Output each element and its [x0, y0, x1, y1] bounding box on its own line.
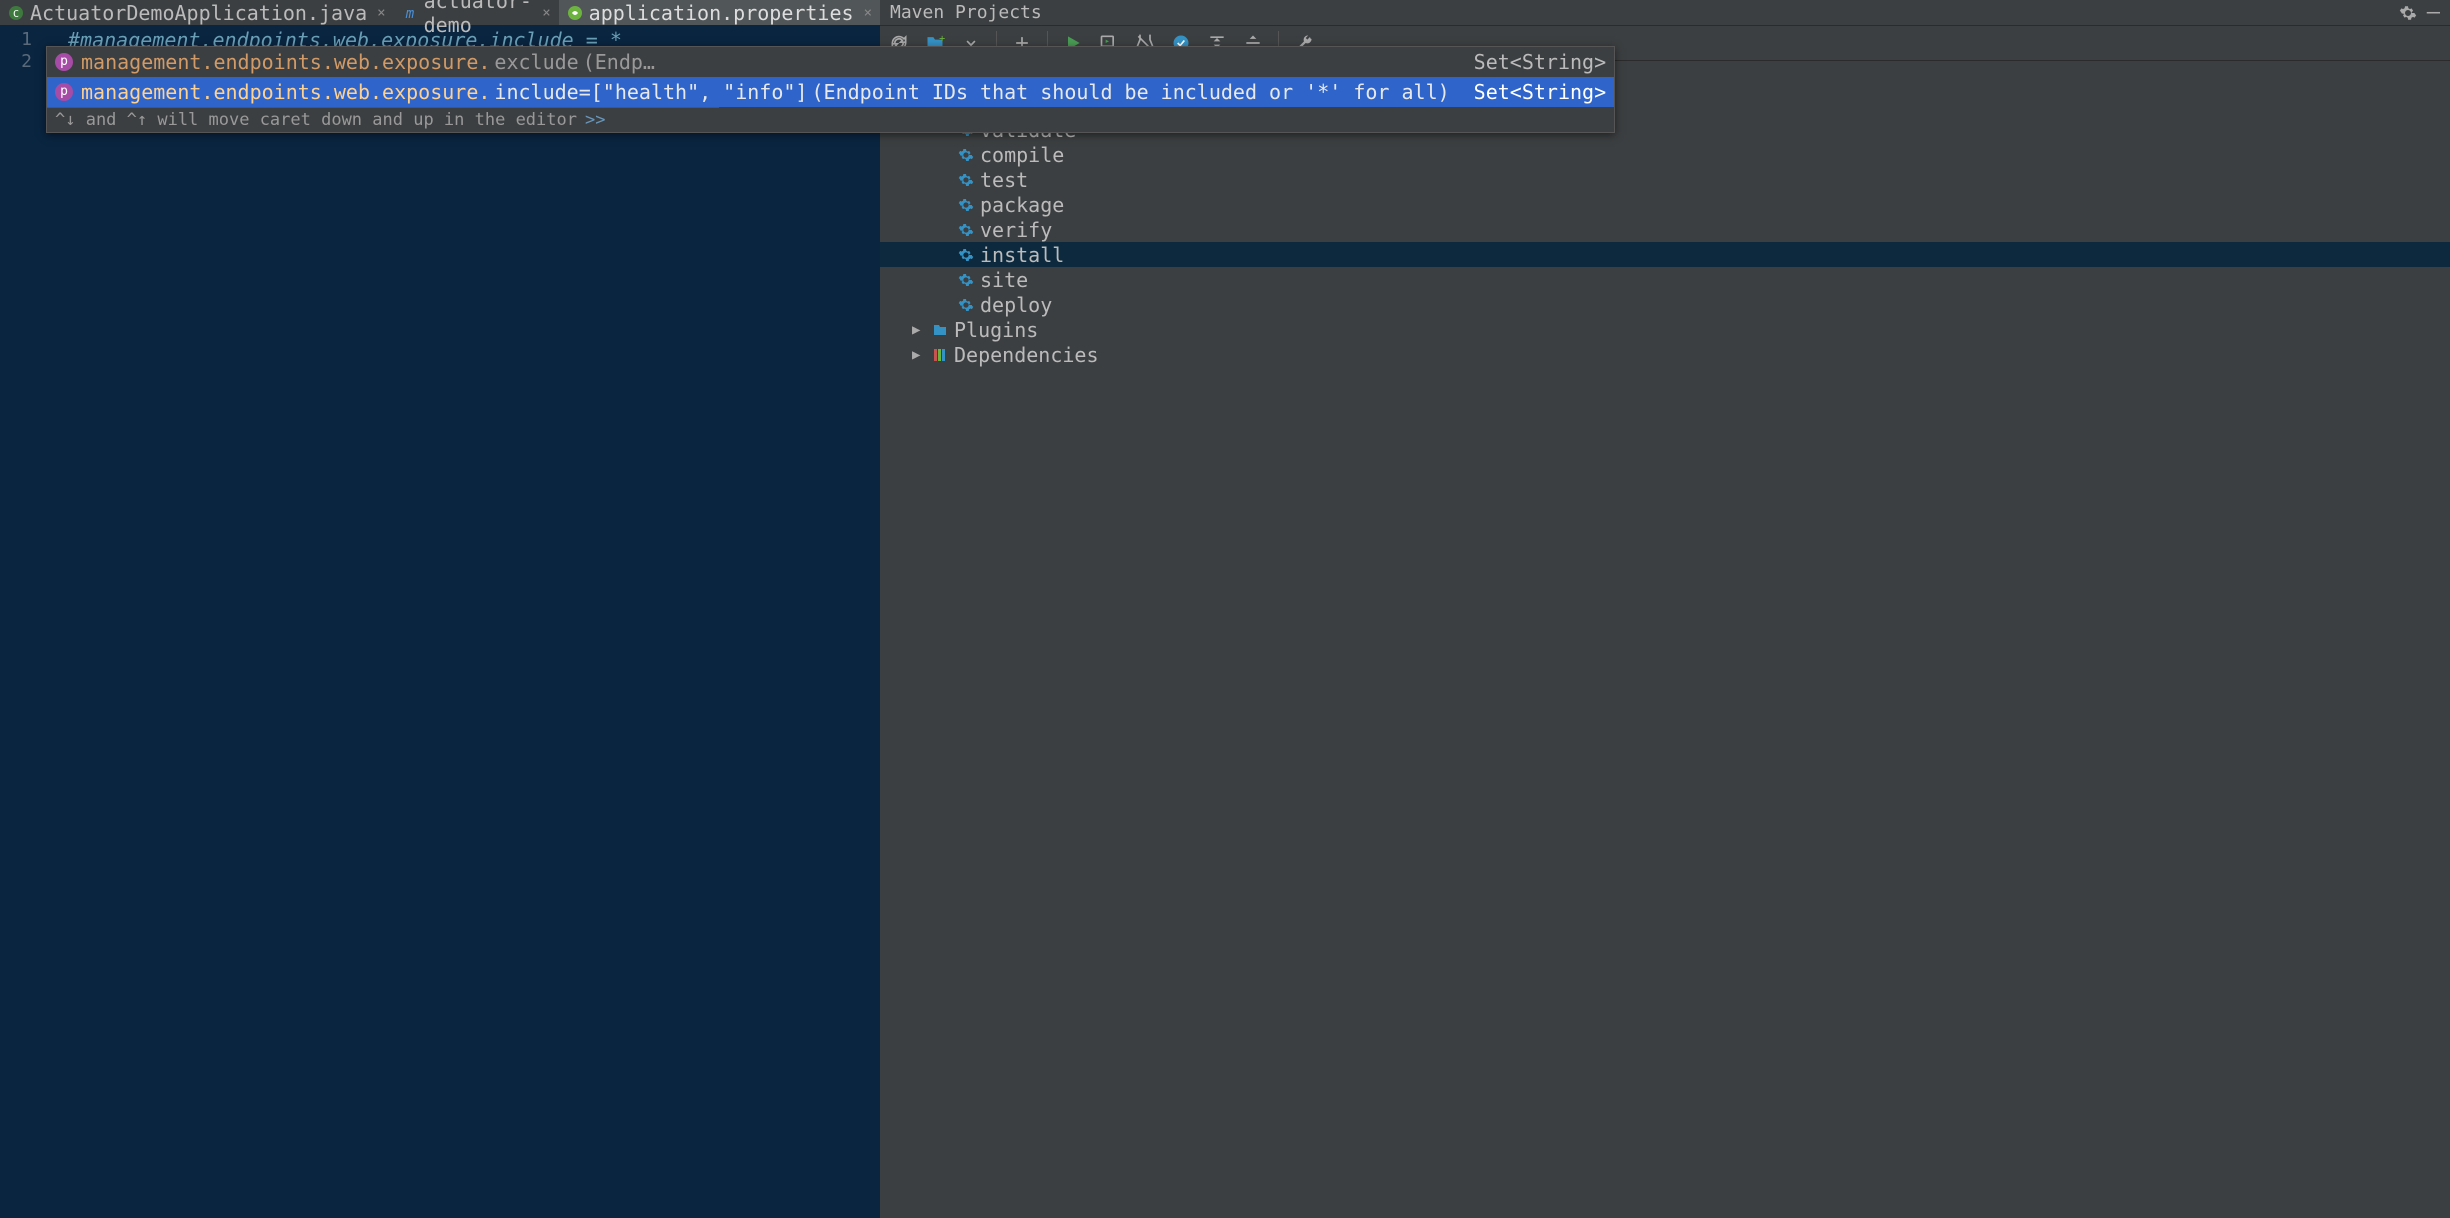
maven-dependencies-node[interactable]: ▶ Dependencies	[880, 342, 2450, 367]
tab-properties-file[interactable]: application.properties ×	[559, 0, 880, 25]
lifecycle-package[interactable]: package	[880, 192, 2450, 217]
ac-type: Set<String>	[1454, 79, 1606, 105]
autocomplete-item[interactable]: p management.endpoints.web.exposure.excl…	[47, 47, 1614, 77]
tab-label: ActuatorDemoApplication.java	[30, 1, 367, 25]
lifecycle-install[interactable]: install	[880, 242, 2450, 267]
lifecycle-label: deploy	[980, 293, 1052, 317]
editor-body[interactable]: 1 2 #management.endpoints.web.exposure.i…	[0, 25, 880, 1218]
lifecycle-compile[interactable]: compile	[880, 142, 2450, 167]
lifecycle-label: site	[980, 268, 1028, 292]
node-label: Dependencies	[954, 343, 1099, 367]
gear-icon	[958, 197, 974, 213]
lifecycle-label: test	[980, 168, 1028, 192]
gear-icon	[958, 272, 974, 288]
lifecycle-label: install	[980, 243, 1064, 267]
gear-icon	[958, 297, 974, 313]
tool-window-title: Maven Projects	[890, 2, 1042, 23]
minimize-icon[interactable]: —	[2427, 0, 2440, 25]
gear-icon	[958, 172, 974, 188]
maven-header: Maven Projects —	[880, 0, 2450, 25]
ac-prefix: management.endpoints.web.exposure.	[81, 49, 490, 75]
spring-icon	[567, 5, 583, 21]
gear-icon	[958, 222, 974, 238]
lifecycle-label: verify	[980, 218, 1052, 242]
svg-text:m: m	[404, 6, 414, 21]
tab-java-file[interactable]: C ActuatorDemoApplication.java ×	[0, 0, 394, 25]
hint-link[interactable]: >>	[585, 110, 605, 130]
autocomplete-popup: p management.endpoints.web.exposure.excl…	[46, 46, 1615, 133]
svg-text:+: +	[939, 33, 945, 44]
close-icon[interactable]: ×	[864, 5, 872, 21]
autocomplete-item-selected[interactable]: p management.endpoints.web.exposure.incl…	[47, 77, 1614, 107]
line-gutter: 1 2	[0, 25, 40, 1218]
expand-arrow-icon[interactable]: ▶	[912, 347, 926, 363]
ac-name: include=["health", "info"]	[494, 79, 807, 105]
java-class-icon: C	[8, 5, 24, 21]
ac-desc: (Endpoint IDs that should be included or…	[811, 79, 1449, 105]
folder-icon	[932, 322, 948, 338]
property-badge-icon: p	[55, 83, 73, 101]
library-icon	[932, 347, 948, 363]
lifecycle-label: compile	[980, 143, 1064, 167]
editor-pane: C ActuatorDemoApplication.java × m actua…	[0, 0, 880, 1218]
tab-maven-module[interactable]: m actuator-demo ×	[394, 0, 559, 25]
ac-name: exclude	[494, 49, 578, 75]
lifecycle-test[interactable]: test	[880, 167, 2450, 192]
lifecycle-deploy[interactable]: deploy	[880, 292, 2450, 317]
gear-icon	[958, 147, 974, 163]
hint-text: ^↓ and ^↑ will move caret down and up in…	[55, 110, 577, 130]
maven-icon: m	[402, 5, 418, 21]
close-icon[interactable]: ×	[542, 5, 550, 21]
autocomplete-hint: ^↓ and ^↑ will move caret down and up in…	[47, 107, 719, 132]
ac-desc: (Endp…	[583, 49, 655, 75]
gear-icon[interactable]	[2399, 4, 2417, 22]
close-icon[interactable]: ×	[377, 5, 385, 21]
maven-plugins-node[interactable]: ▶ Plugins	[880, 317, 2450, 342]
svg-text:C: C	[13, 9, 19, 20]
ac-type: Set<String>	[1454, 49, 1606, 75]
node-label: Plugins	[954, 318, 1038, 342]
line-number: 2	[0, 51, 32, 73]
line-number: 1	[0, 29, 32, 51]
code-area[interactable]: #management.endpoints.web.exposure.inclu…	[40, 25, 880, 1218]
expand-arrow-icon[interactable]: ▶	[912, 322, 926, 338]
gear-icon	[958, 247, 974, 263]
lifecycle-verify[interactable]: verify	[880, 217, 2450, 242]
maven-tree: ▼ m actuator-demo cleanvalidatecompilete…	[880, 61, 2450, 1218]
editor-tabs: C ActuatorDemoApplication.java × m actua…	[0, 0, 880, 25]
lifecycle-label: package	[980, 193, 1064, 217]
ac-prefix: management.endpoints.web.exposure.	[81, 79, 490, 105]
property-badge-icon: p	[55, 53, 73, 71]
tab-label: application.properties	[589, 1, 854, 25]
maven-tool-window: Maven Projects — +	[880, 0, 2450, 1218]
lifecycle-site[interactable]: site	[880, 267, 2450, 292]
